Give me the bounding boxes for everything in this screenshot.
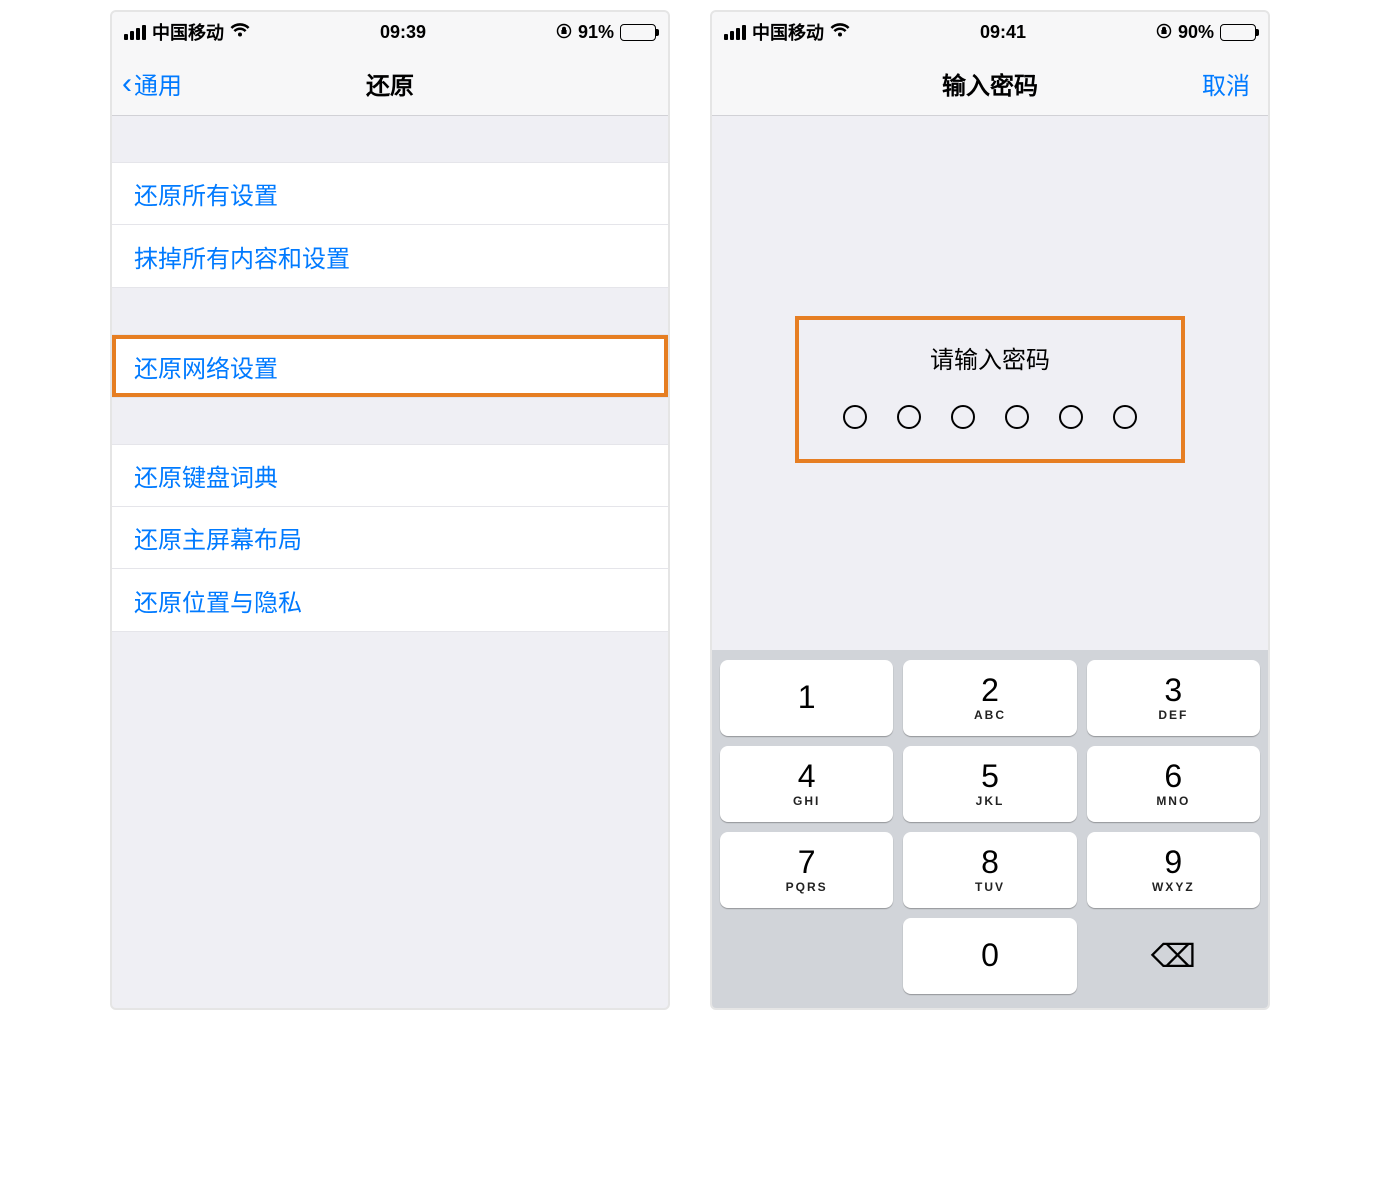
key-number: 5 (981, 760, 999, 792)
clock: 09:39 (380, 22, 426, 43)
reset-all-settings[interactable]: 还原所有设置 (112, 163, 668, 225)
key-number: 7 (798, 846, 816, 878)
keypad-9[interactable]: 9 WXYZ (1087, 832, 1260, 908)
reset-group-1: 还原所有设置 抹掉所有内容和设置 (112, 162, 668, 288)
key-letters: PQRS (786, 880, 828, 894)
cancel-label: 取消 (1202, 73, 1250, 100)
key-number: 6 (1164, 760, 1182, 792)
keypad-2[interactable]: 2 ABC (903, 660, 1076, 736)
passcode-dot (1005, 405, 1029, 429)
clock: 09:41 (980, 22, 1026, 43)
erase-all-content[interactable]: 抹掉所有内容和设置 (112, 225, 668, 287)
keypad-6[interactable]: 6 MNO (1087, 746, 1260, 822)
battery-pct: 91% (578, 22, 614, 43)
passcode-dot (1059, 405, 1083, 429)
key-letters: MNO (1156, 794, 1190, 808)
signal-icon (124, 25, 146, 40)
keypad-4[interactable]: 4 GHI (720, 746, 893, 822)
key-letters: ABC (974, 708, 1006, 722)
backspace-icon: ⌫ (1151, 937, 1196, 975)
key-letters: GHI (793, 794, 820, 808)
nav-bar: 输入密码 取消 (712, 52, 1268, 116)
list-item-label: 还原位置与隐私 (134, 583, 302, 618)
passcode-dot (951, 405, 975, 429)
key-number: 3 (1164, 674, 1182, 706)
battery-icon (1220, 24, 1256, 41)
passcode-dot (843, 405, 867, 429)
key-number: 9 (1164, 846, 1182, 878)
passcode-dot (1113, 405, 1137, 429)
key-letters: TUV (975, 880, 1005, 894)
keypad-7[interactable]: 7 PQRS (720, 832, 893, 908)
passcode-prompt-label: 请输入密码 (799, 340, 1181, 375)
rotation-lock-icon (556, 23, 572, 42)
list-item-label: 还原键盘词典 (134, 458, 278, 493)
passcode-dot (897, 405, 921, 429)
reset-group-3: 还原键盘词典 还原主屏幕布局 还原位置与隐私 (112, 444, 668, 632)
rotation-lock-icon (1156, 23, 1172, 42)
list-item-label: 抹掉所有内容和设置 (134, 239, 350, 274)
battery-pct: 90% (1178, 22, 1214, 43)
key-number: 4 (798, 760, 816, 792)
chevron-left-icon: ‹ (122, 69, 132, 99)
battery-icon (620, 24, 656, 41)
reset-network-settings[interactable]: 还原网络设置 (112, 335, 668, 397)
keypad-5[interactable]: 5 JKL (903, 746, 1076, 822)
passcode-prompt-area: 请输入密码 (712, 116, 1268, 650)
key-letters: DEF (1158, 708, 1188, 722)
screenshot-right-enter-passcode: 中国移动 09:41 90% 输入密码 取消 请输入密码 (710, 10, 1270, 1010)
nav-back-label: 通用 (134, 66, 182, 101)
wifi-icon (230, 23, 250, 41)
list-item-label: 还原主屏幕布局 (134, 520, 302, 555)
key-number: 8 (981, 846, 999, 878)
key-number: 1 (798, 681, 816, 713)
key-letters: JKL (976, 794, 1005, 808)
passcode-dots (799, 405, 1181, 429)
list-item-label: 还原所有设置 (134, 176, 278, 211)
passcode-highlight-box: 请输入密码 (795, 316, 1185, 463)
nav-back-button[interactable]: ‹ 通用 (122, 66, 182, 101)
keypad-delete[interactable]: ⌫ (1087, 918, 1260, 994)
wifi-icon (830, 23, 850, 41)
reset-group-2: 还原网络设置 (112, 334, 668, 398)
reset-location-privacy[interactable]: 还原位置与隐私 (112, 569, 668, 631)
status-bar: 中国移动 09:39 91% (112, 12, 668, 52)
status-bar: 中国移动 09:41 90% (712, 12, 1268, 52)
cancel-button[interactable]: 取消 (1202, 66, 1250, 101)
carrier-label: 中国移动 (752, 19, 824, 45)
nav-title: 还原 (366, 66, 414, 101)
nav-bar: ‹ 通用 还原 (112, 52, 668, 116)
keypad-3[interactable]: 3 DEF (1087, 660, 1260, 736)
keypad-blank (720, 918, 893, 994)
numeric-keypad: 1 2 ABC 3 DEF 4 GHI 5 JKL 6 MNO 7 PQRS 8 (712, 650, 1268, 1008)
keypad-8[interactable]: 8 TUV (903, 832, 1076, 908)
key-number: 2 (981, 674, 999, 706)
keypad-1[interactable]: 1 (720, 660, 893, 736)
key-letters: WXYZ (1152, 880, 1195, 894)
carrier-label: 中国移动 (152, 19, 224, 45)
keypad-0[interactable]: 0 (903, 918, 1076, 994)
key-number: 0 (981, 939, 999, 971)
list-item-label: 还原网络设置 (134, 349, 278, 384)
screenshot-left-reset-settings: 中国移动 09:39 91% ‹ 通用 还原 还原所有设置 抹掉所有 (110, 10, 670, 1010)
signal-icon (724, 25, 746, 40)
reset-home-layout[interactable]: 还原主屏幕布局 (112, 507, 668, 569)
nav-title: 输入密码 (942, 66, 1038, 101)
reset-keyboard-dict[interactable]: 还原键盘词典 (112, 445, 668, 507)
